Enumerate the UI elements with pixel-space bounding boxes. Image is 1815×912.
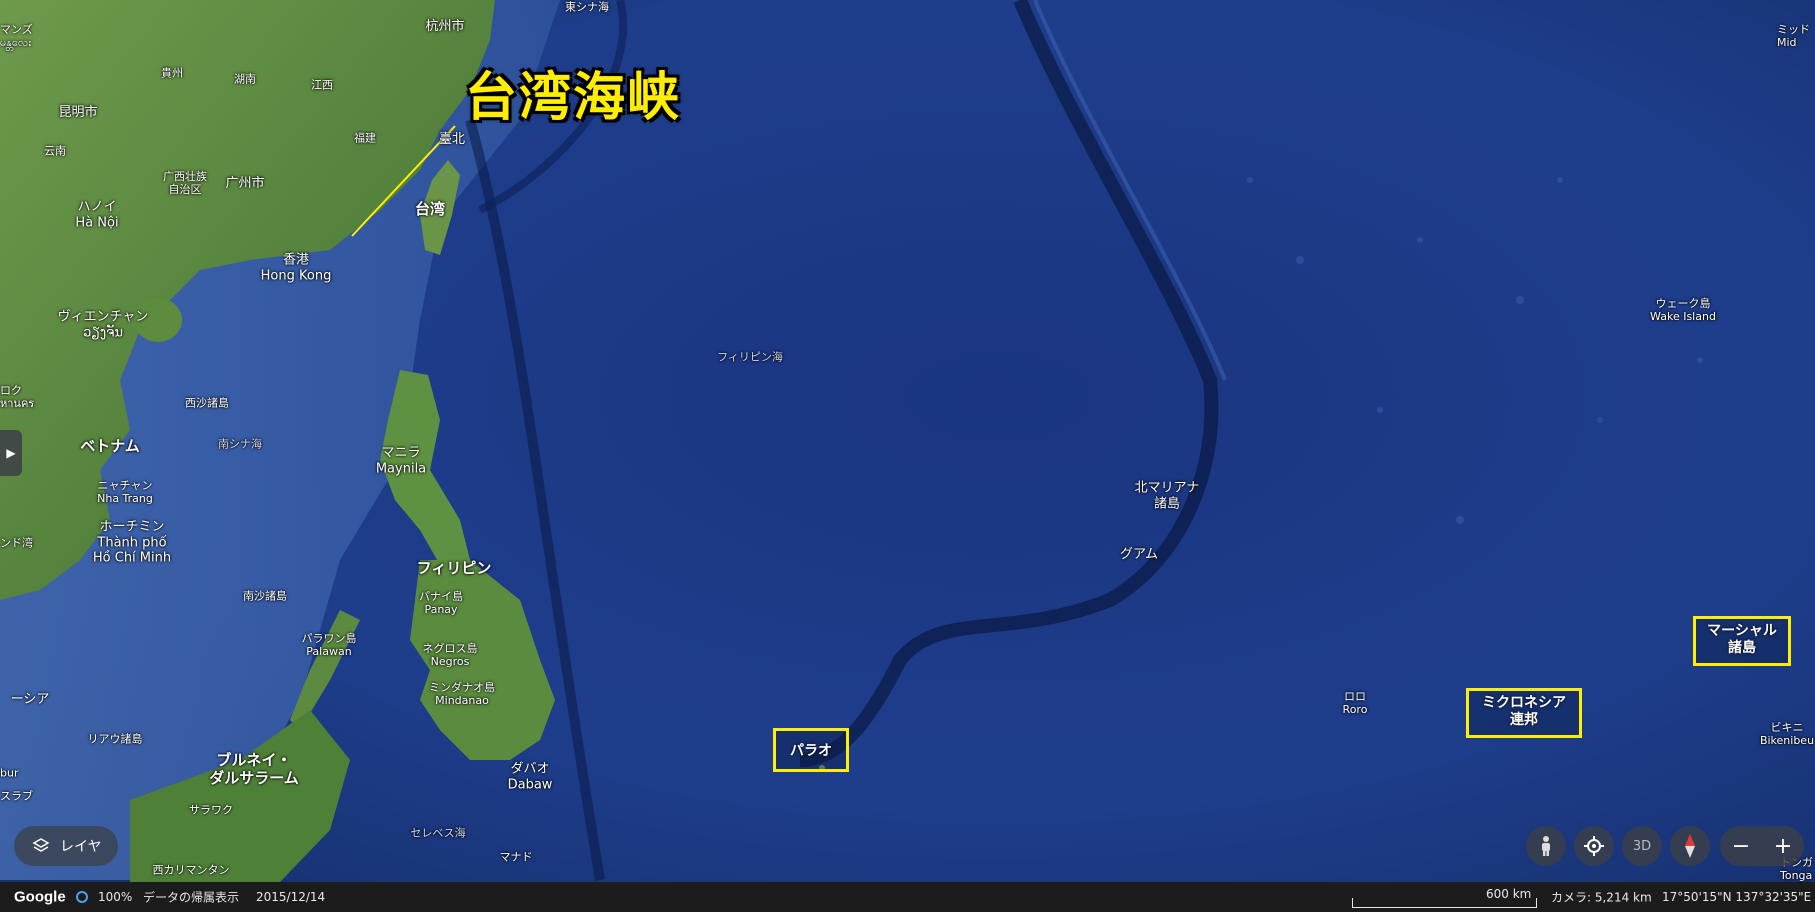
label-paracel: 西沙諸島 bbox=[185, 396, 229, 410]
label-davao: ダバオ Dabaw bbox=[507, 761, 553, 792]
label-edge-mandalay: マンズ မန္တလေး bbox=[0, 22, 33, 49]
label-panay: パナイ島 Panay bbox=[419, 589, 463, 616]
label-mindanao: ミンダナオ島 Mindanao bbox=[429, 680, 495, 707]
label-wake: ウェーク島 Wake Island bbox=[1650, 296, 1716, 323]
label-kunming: 昆明市 bbox=[58, 105, 98, 121]
compass-button[interactable] bbox=[1670, 826, 1710, 866]
render-progress: 100% bbox=[98, 890, 133, 904]
imagery-date: 2015/12/14 bbox=[256, 890, 326, 904]
label-edge-bur: bur bbox=[0, 766, 19, 780]
layers-label: レイヤ bbox=[60, 839, 102, 855]
taiwan-strait-annotation: 台湾海峡 bbox=[465, 67, 682, 128]
label-east-china-sea: 東シナ海 bbox=[565, 0, 609, 14]
label-hangzhou: 杭州市 bbox=[425, 19, 465, 35]
marshall-boxed-label: マーシャル諸島 bbox=[1693, 616, 1791, 666]
label-guangxi: 广西壮族 自治区 bbox=[163, 169, 207, 196]
map-terrain bbox=[0, 0, 1815, 882]
label-hongkong: 香港 Hong Kong bbox=[260, 252, 332, 283]
label-spratly: 南沙諸島 bbox=[243, 589, 287, 603]
label-hanoi: ハノイ Hà Nội bbox=[75, 199, 119, 230]
micronesia-boxed-label: ミクロネシア連邦 bbox=[1466, 688, 1582, 738]
satellite-map[interactable] bbox=[0, 0, 1815, 882]
label-south-china-sea: 南シナ海 bbox=[218, 437, 262, 451]
palau-boxed-label: パラオ bbox=[773, 728, 849, 772]
my-location-button[interactable] bbox=[1574, 826, 1614, 866]
label-guizhou: 貴州 bbox=[161, 66, 183, 80]
pegman-icon bbox=[1542, 836, 1550, 856]
layers-button[interactable]: レイヤ bbox=[14, 826, 118, 866]
label-philippine-sea: フィリピン海 bbox=[717, 350, 783, 364]
compass-icon bbox=[1685, 834, 1695, 858]
chevron-right-icon: ▶ bbox=[6, 446, 16, 460]
label-philippines: フィリピン bbox=[416, 559, 492, 577]
label-nhatrang: ニャチャン Nha Trang bbox=[97, 478, 153, 505]
label-hunan: 湖南 bbox=[234, 72, 256, 86]
3d-toggle-button[interactable]: 3D bbox=[1622, 826, 1662, 866]
label-taiwan: 台湾 bbox=[414, 200, 446, 218]
label-malaysia: ーシア bbox=[10, 692, 50, 708]
label-vientiane: ヴィエンチャン ວຽງຈັນ bbox=[57, 309, 149, 340]
data-attribution-link[interactable]: データの帰属表示 bbox=[143, 889, 239, 906]
side-panel-toggle[interactable]: ▶ bbox=[0, 430, 22, 476]
cursor-coordinates: 17°50'15"N 137°32'35"E bbox=[1662, 890, 1812, 904]
label-vietnam: ベトナム bbox=[80, 437, 140, 455]
zoom-controls: − + bbox=[1720, 826, 1804, 866]
layers-icon bbox=[32, 838, 50, 852]
pegman-button[interactable] bbox=[1526, 826, 1566, 866]
label-edge-surabaya: スラブ bbox=[0, 789, 33, 803]
zoom-in-button[interactable]: + bbox=[1774, 834, 1792, 859]
label-palawan: パラワン島 Palawan bbox=[301, 631, 357, 658]
label-edge-bangkok: ロク หานคร bbox=[0, 383, 35, 410]
label-taipei: 臺北 bbox=[438, 132, 466, 148]
crosshair-icon bbox=[1584, 836, 1604, 856]
label-yunnan: 云南 bbox=[44, 144, 66, 158]
label-jiangxi: 江西 bbox=[311, 78, 333, 92]
label-midway: ミッド Mid bbox=[1777, 22, 1810, 49]
label-manila: マニラ Maynila bbox=[375, 445, 427, 476]
label-guangzhou: 广州市 bbox=[225, 176, 265, 192]
label-brunei: ブルネイ・ ダルサラーム bbox=[209, 751, 299, 787]
label-edge-gulf: ンド湾 bbox=[0, 536, 33, 550]
label-manado: マナド bbox=[499, 850, 533, 864]
label-sarawak: サラワク bbox=[189, 803, 233, 817]
label-west-kalimantan: 西カリマンタン bbox=[152, 863, 230, 877]
label-guam: グアム bbox=[1119, 547, 1159, 563]
label-bikini: ビキニ Bikenibeu bbox=[1759, 720, 1815, 747]
label-celebes-sea: セレベス海 bbox=[410, 826, 466, 840]
camera-altitude: カメラ: 5,214 km bbox=[1551, 890, 1652, 905]
label-roro: ロロ Roro bbox=[1342, 689, 1368, 716]
label-riau: リアウ諸島 bbox=[87, 732, 143, 746]
loading-ring-icon bbox=[76, 891, 88, 903]
label-negros: ネグロス島 Negros bbox=[422, 641, 478, 668]
scale-label: 600 km bbox=[1486, 887, 1532, 901]
status-bar: Google 100% データの帰属表示 2015/12/14 600 km カ… bbox=[0, 882, 1815, 912]
label-northern-mariana: 北マリアナ 諸島 bbox=[1134, 480, 1200, 511]
google-logo: Google bbox=[14, 888, 66, 906]
label-hochiminh: ホーチミン Thành phố Hồ Chí Minh bbox=[92, 519, 172, 566]
label-fujian: 福建 bbox=[354, 131, 376, 145]
zoom-out-button[interactable]: − bbox=[1732, 834, 1750, 859]
